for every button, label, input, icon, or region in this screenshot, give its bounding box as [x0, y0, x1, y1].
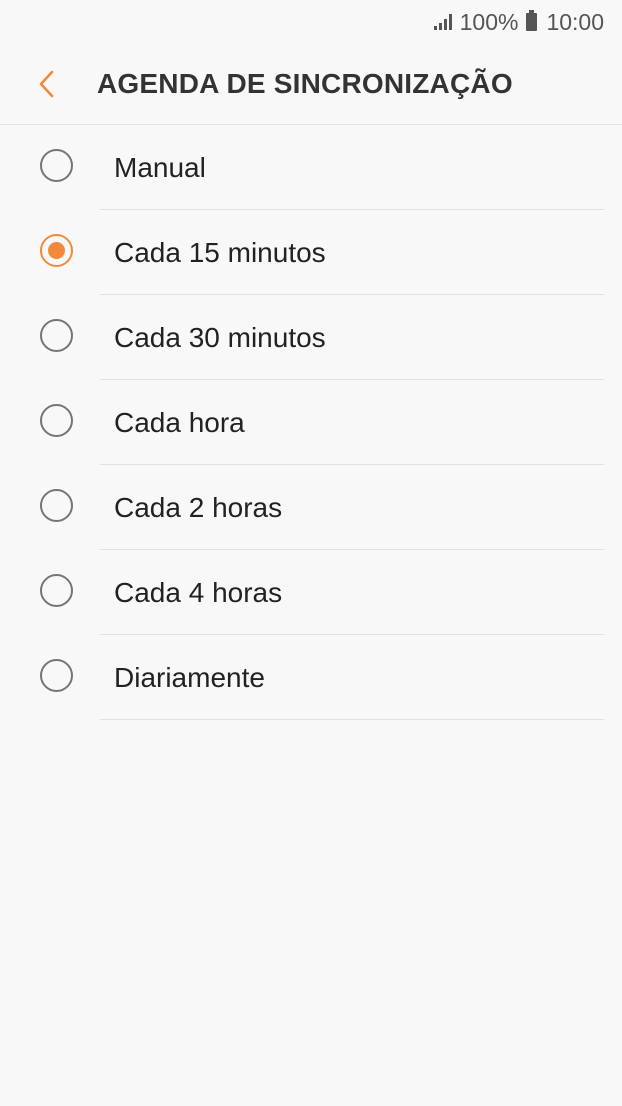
- option-label: Manual: [114, 152, 206, 183]
- divider: [100, 719, 604, 720]
- option-label: Cada 2 horas: [114, 492, 283, 523]
- option-every-2-hours[interactable]: Cada 2 horas: [0, 465, 622, 550]
- option-every-30-minutes[interactable]: Cada 30 minutos: [0, 295, 622, 380]
- option-label: Diariamente: [114, 662, 265, 693]
- radio-button[interactable]: [40, 659, 73, 692]
- app-bar: AGENDA DE SINCRONIZAÇÃO: [0, 44, 622, 125]
- option-manual[interactable]: Manual: [0, 125, 622, 210]
- radio-button[interactable]: [40, 574, 73, 607]
- clock: 10:00: [546, 8, 604, 35]
- option-every-15-minutes[interactable]: Cada 15 minutos: [0, 210, 622, 295]
- option-every-4-hours[interactable]: Cada 4 horas: [0, 550, 622, 635]
- battery-icon: [526, 10, 538, 31]
- radio-button[interactable]: [40, 404, 73, 437]
- sync-schedule-options: Manual Cada 15 minutos Cada 30 minutos C…: [0, 125, 622, 720]
- back-button[interactable]: [22, 60, 72, 108]
- signal-icon: [433, 14, 452, 30]
- status-bar: 100% 10:00: [0, 0, 622, 44]
- radio-button[interactable]: [40, 319, 73, 352]
- option-label: Cada 15 minutos: [114, 237, 326, 268]
- option-label: Cada 4 horas: [114, 577, 283, 608]
- option-label: Cada hora: [114, 407, 245, 438]
- chevron-left-icon: [39, 70, 54, 98]
- radio-button[interactable]: [40, 234, 73, 267]
- option-daily[interactable]: Diariamente: [0, 635, 622, 720]
- radio-button[interactable]: [40, 149, 73, 182]
- option-every-hour[interactable]: Cada hora: [0, 380, 622, 465]
- radio-button[interactable]: [40, 489, 73, 522]
- page-title: AGENDA DE SINCRONIZAÇÃO: [97, 68, 513, 99]
- option-label: Cada 30 minutos: [114, 322, 326, 353]
- status-indicators: 100% 10:00: [433, 8, 604, 36]
- battery-percentage: 100%: [459, 8, 519, 35]
